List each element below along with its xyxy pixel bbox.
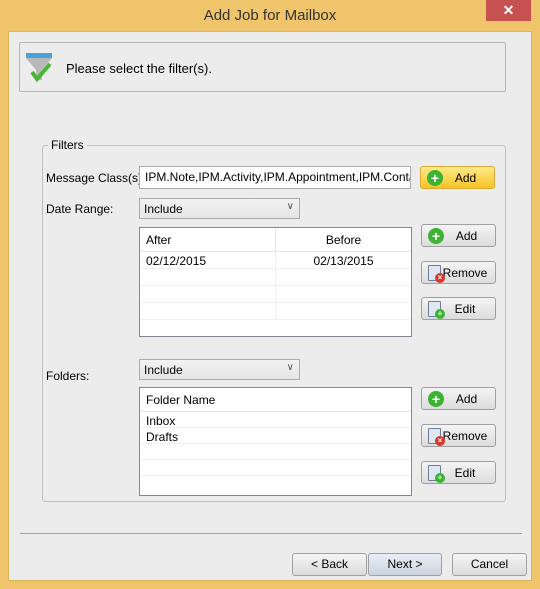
chevron-down-icon: ∨ [286, 201, 294, 212]
message-class-add-button[interactable]: + Add [420, 166, 495, 189]
remove-label: Remove [442, 428, 488, 443]
footer-divider [20, 533, 522, 534]
next-button[interactable]: Next > [368, 553, 442, 576]
date-range-select[interactable]: Include ∨ [139, 198, 300, 219]
column-after[interactable]: After [140, 231, 275, 249]
add-label: Add [455, 391, 478, 406]
date-range-label: Date Range: [46, 202, 114, 216]
list-item[interactable]: Drafts [140, 428, 411, 444]
date-range-table[interactable]: After Before 02/12/2015 02/13/2015 [139, 227, 412, 337]
back-button[interactable]: < Back [292, 553, 367, 576]
add-label: Add [455, 228, 478, 243]
date-add-button[interactable]: + Add [421, 224, 496, 247]
edit-label: Edit [454, 465, 476, 480]
date-edit-button[interactable]: + Edit [421, 297, 496, 320]
folders-list[interactable]: Folder Name Inbox Drafts [139, 387, 412, 496]
before-cell: 02/13/2015 [275, 252, 411, 268]
cancel-button[interactable]: Cancel [452, 553, 527, 576]
date-remove-button[interactable]: × Remove [421, 261, 496, 284]
document-edit-icon: + [428, 464, 445, 483]
folders-select[interactable]: Include ∨ [139, 359, 300, 380]
chevron-down-icon: ∨ [286, 362, 294, 373]
remove-label: Remove [442, 265, 488, 280]
funnel-check-icon [26, 53, 52, 83]
edit-label: Edit [454, 301, 476, 316]
plus-icon: + [428, 390, 444, 407]
folder-edit-button[interactable]: + Edit [421, 461, 496, 484]
table-header: After Before [140, 227, 411, 252]
table-row[interactable]: 02/12/2015 02/13/2015 [140, 252, 411, 269]
plus-icon: + [428, 227, 444, 244]
folder-add-button[interactable]: + Add [421, 387, 496, 410]
add-label: Add [454, 170, 477, 185]
folders-label: Folders: [46, 369, 90, 383]
message-class-label: Message Class(s): [46, 171, 146, 185]
document-remove-icon: × [428, 264, 445, 283]
folders-value: Include [144, 363, 183, 377]
filters-group-label: Filters [48, 138, 87, 152]
column-folder-name[interactable]: Folder Name [140, 388, 411, 412]
plus-icon: + [427, 169, 443, 186]
column-before[interactable]: Before [275, 227, 411, 252]
document-edit-icon: + [428, 300, 445, 319]
close-button[interactable]: ✕ [486, 0, 531, 21]
date-range-value: Include [144, 202, 183, 216]
after-cell: 02/12/2015 [146, 254, 207, 268]
document-remove-icon: × [428, 427, 445, 446]
window-title: Add Job for Mailbox [203, 7, 337, 24]
folder-remove-button[interactable]: × Remove [421, 424, 496, 447]
message-class-input[interactable]: IPM.Note,IPM.Activity,IPM.Appointment,IP… [139, 166, 411, 189]
list-item[interactable]: Inbox [140, 412, 411, 428]
header-text: Please select the filter(s). [66, 61, 212, 76]
